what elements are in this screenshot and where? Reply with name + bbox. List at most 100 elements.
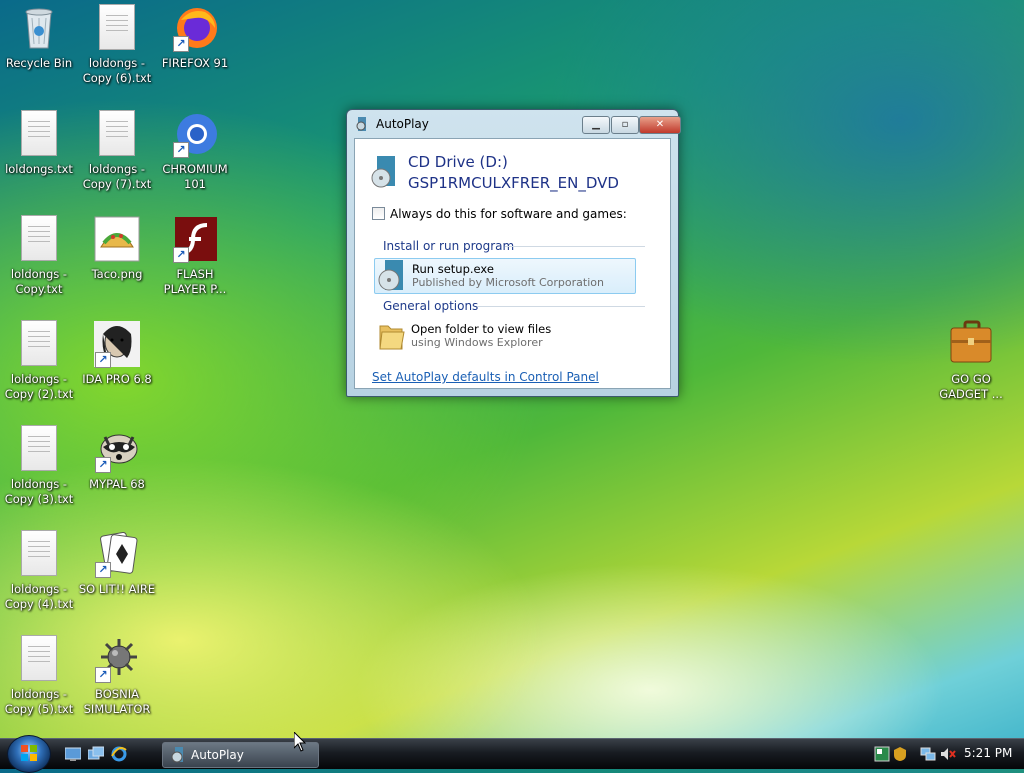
icon-label: loldongs - Copy (5).txt: [4, 687, 74, 716]
desktop-icon-solitaire[interactable]: ↗ SO LIT!! AIRE: [78, 528, 156, 597]
autoplay-window[interactable]: AutoPlay ▁ ▫ ✕ CD Drive (D:) GSP1RMCULXF…: [346, 109, 681, 397]
setup-disc-icon: [377, 260, 407, 292]
section-install-header: Install or run program: [383, 239, 515, 253]
text-file-icon: [15, 110, 63, 158]
clock[interactable]: 5:21 PM: [964, 746, 1012, 760]
taco-image-icon: [93, 215, 141, 263]
open-folder-option[interactable]: Open folder to view files using Windows …: [374, 319, 634, 353]
text-file-icon: [93, 4, 141, 52]
drive-volume-label: GSP1RMCULXFRER_EN_DVD: [408, 174, 619, 192]
windows-sidebar-icon[interactable]: [874, 746, 890, 762]
shortcut-arrow-icon: ↗: [95, 667, 111, 683]
icon-label: Taco.png: [91, 267, 143, 281]
security-center-icon[interactable]: [892, 746, 908, 762]
desktop-icon-text-file[interactable]: loldongs - Copy.txt: [0, 213, 78, 297]
recycle-bin-icon: [15, 4, 63, 52]
desktop-icon-text-file[interactable]: loldongs - Copy (3).txt: [0, 423, 78, 507]
shortcut-arrow-icon: ↗: [95, 562, 111, 578]
icon-label: loldongs - Copy (2).txt: [4, 372, 74, 401]
desktop-icon-bosnia-simulator[interactable]: ↗ BOSNIA SIMULATOR: [78, 633, 156, 717]
desktop-icon-recycle-bin[interactable]: Recycle Bin: [0, 2, 78, 71]
cd-drive-icon: [371, 156, 397, 188]
icon-label: loldongs.txt: [5, 162, 73, 176]
option-subtitle: using Windows Explorer: [411, 336, 543, 349]
chromium-icon: ↗: [171, 110, 219, 158]
checkbox-box[interactable]: [372, 207, 385, 220]
internet-explorer-icon[interactable]: [111, 746, 127, 762]
text-file-icon: [15, 320, 63, 368]
text-file-icon: [93, 110, 141, 158]
desktop-icon-firefox[interactable]: ↗ FIREFOX 91: [156, 2, 234, 71]
shortcut-arrow-icon: ↗: [173, 36, 189, 52]
icon-label: BOSNIA SIMULATOR: [83, 687, 151, 716]
desktop-icon-text-file[interactable]: loldongs - Copy (7).txt: [78, 108, 156, 192]
desktop: Recycle Bin loldongs.txt loldongs - Copy…: [0, 0, 1024, 738]
show-desktop-icon[interactable]: [64, 746, 82, 762]
icon-label: loldongs - Copy.txt: [10, 267, 68, 296]
ida-pro-icon: ↗: [93, 320, 141, 368]
network-icon[interactable]: [920, 746, 936, 762]
desktop-icon-text-file[interactable]: loldongs - Copy (2).txt: [0, 318, 78, 402]
desktop-icon-text-file[interactable]: loldongs - Copy (6).txt: [78, 2, 156, 86]
switch-windows-icon[interactable]: [87, 746, 105, 762]
mouse-cursor-icon: [294, 732, 306, 752]
maximize-button[interactable]: ▫: [611, 116, 639, 134]
title-bar[interactable]: AutoPlay ▁ ▫ ✕: [347, 110, 681, 138]
window-client: CD Drive (D:) GSP1RMCULXFRER_EN_DVD Alwa…: [354, 138, 671, 389]
option-subtitle: Published by Microsoft Corporation: [412, 276, 604, 289]
playing-cards-icon: ↗: [93, 530, 141, 578]
autoplay-defaults-link[interactable]: Set AutoPlay defaults in Control Panel: [372, 370, 599, 384]
shortcut-arrow-icon: ↗: [173, 142, 189, 158]
text-file-icon: [15, 215, 63, 263]
desktop-icon-taco-image[interactable]: Taco.png: [78, 213, 156, 282]
raccoon-icon: ↗: [93, 425, 141, 473]
shortcut-arrow-icon: ↗: [95, 457, 111, 473]
windows-logo-icon: [21, 745, 37, 761]
icon-label: CHROMIUM 101: [162, 162, 228, 191]
desktop-icon-gadget[interactable]: GO GO GADGET ...: [932, 318, 1010, 402]
maximize-icon: ▫: [621, 119, 629, 130]
section-general-header: General options: [383, 299, 479, 313]
shortcut-arrow-icon: ↗: [95, 352, 111, 368]
desktop-icon-chromium[interactable]: ↗ CHROMIUM 101: [156, 108, 234, 192]
close-button[interactable]: ✕: [639, 116, 681, 134]
always-do-this-checkbox[interactable]: Always do this for software and games:: [372, 207, 627, 221]
minimize-button[interactable]: ▁: [582, 116, 610, 134]
icon-label: IDA PRO 6.8: [82, 372, 152, 386]
icon-label: loldongs - Copy (7).txt: [82, 162, 152, 191]
icon-label: SO LIT!! AIRE: [78, 582, 156, 596]
autoplay-icon: [171, 747, 185, 763]
icon-label: MYPAL 68: [89, 477, 145, 491]
close-icon: ✕: [655, 119, 665, 130]
text-file-icon: [15, 530, 63, 578]
run-setup-option[interactable]: Run setup.exe Published by Microsoft Cor…: [374, 258, 636, 294]
system-tray: 5:21 PM: [870, 743, 1020, 765]
flash-player-icon: ↗: [171, 215, 219, 263]
desktop-icon-text-file[interactable]: loldongs - Copy (4).txt: [0, 528, 78, 612]
icon-label: GO GO GADGET ...: [939, 372, 1003, 401]
section-divider: [477, 306, 645, 307]
folder-icon: [376, 320, 406, 352]
shortcut-arrow-icon: ↗: [173, 247, 189, 263]
drive-name: CD Drive (D:): [408, 153, 508, 171]
spiked-mine-icon: ↗: [93, 635, 141, 683]
desktop-icon-ida-pro[interactable]: ↗ IDA PRO 6.8: [78, 318, 156, 387]
option-title: Run setup.exe: [412, 262, 494, 276]
briefcase-icon: [947, 320, 995, 368]
start-button[interactable]: [7, 735, 51, 773]
option-title: Open folder to view files: [411, 322, 552, 336]
window-title: AutoPlay: [376, 117, 429, 131]
icon-label: FLASH PLAYER P...: [163, 267, 227, 296]
text-file-icon: [15, 425, 63, 473]
desktop-icon-text-file[interactable]: loldongs - Copy (5).txt: [0, 633, 78, 717]
checkbox-label: Always do this for software and games:: [390, 207, 627, 221]
icon-label: FIREFOX 91: [161, 56, 229, 70]
desktop-icon-mypal[interactable]: ↗ MYPAL 68: [78, 423, 156, 492]
autoplay-icon: [355, 117, 369, 131]
icon-label: Recycle Bin: [5, 56, 73, 70]
desktop-icon-text-file[interactable]: loldongs.txt: [0, 108, 78, 177]
taskbar: AutoPlay 5:21 PM: [0, 735, 1024, 773]
icon-label: loldongs - Copy (4).txt: [4, 582, 74, 611]
desktop-icon-flash-player[interactable]: ↗ FLASH PLAYER P...: [156, 213, 234, 297]
volume-muted-icon[interactable]: [940, 746, 956, 762]
